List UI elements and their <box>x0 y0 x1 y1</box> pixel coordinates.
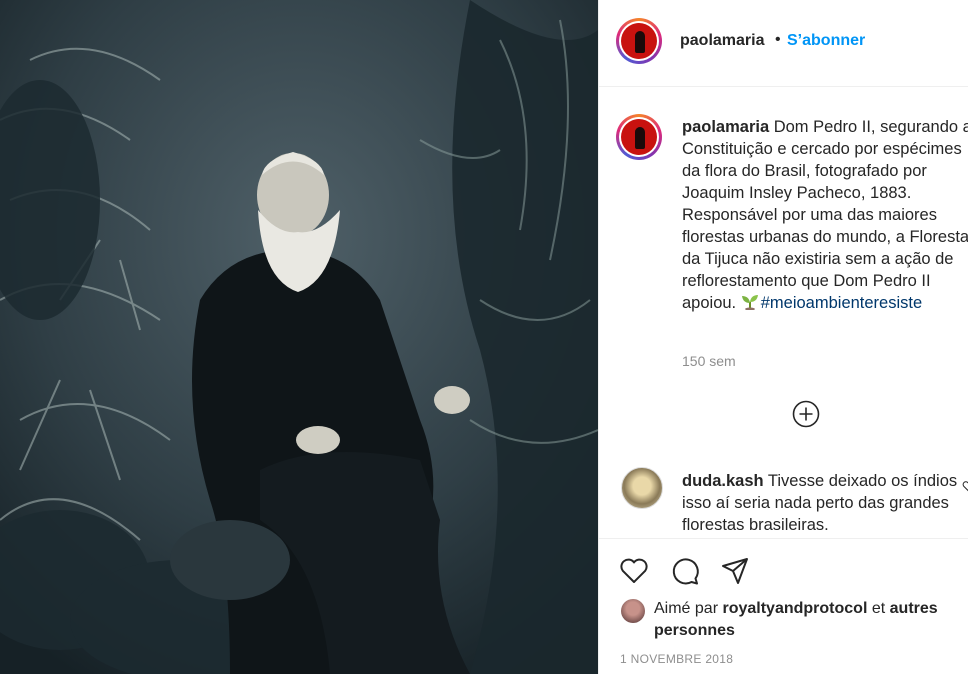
liker-avatar[interactable] <box>621 599 645 623</box>
share-icon[interactable] <box>719 555 751 587</box>
caption-avatar[interactable] <box>616 114 662 160</box>
post-caption: paolamaria Dom Pedro II, segurando a Con… <box>682 116 968 314</box>
follow-button[interactable]: S’abonner <box>787 32 865 50</box>
caption-text: Dom Pedro II, segurando a Constituição e… <box>682 118 968 312</box>
heart-icon[interactable] <box>618 555 650 587</box>
post-date[interactable]: 1 NOVEMBRE 2018 <box>620 652 733 666</box>
liker-username[interactable]: royaltyandprotocol <box>722 600 867 617</box>
likes-prefix: Aimé par <box>654 600 719 617</box>
caption-time: 150 sem <box>682 353 736 369</box>
post-photo[interactable] <box>0 0 598 674</box>
comment-icon[interactable] <box>669 555 701 587</box>
commenter-avatar[interactable] <box>621 467 663 509</box>
post-actions: Aimé par royaltyandprotocol et autres pe… <box>599 538 968 674</box>
commenter-username[interactable]: duda.kash <box>682 472 764 490</box>
hashtag-link[interactable]: #meioambienteresiste <box>761 294 922 312</box>
author-avatar[interactable] <box>616 18 662 64</box>
author-username[interactable]: paolamaria <box>680 32 764 50</box>
load-more-comments-icon[interactable] <box>792 400 820 428</box>
like-comment-icon[interactable] <box>962 480 968 492</box>
comment-item: duda.kash Tivesse deixado os índios isso… <box>682 470 968 536</box>
post-panel: paolamaria • S’abonner paolamaria Dom Pe… <box>598 0 968 674</box>
likes-connector: et <box>871 600 886 617</box>
separator-dot: • <box>775 31 781 48</box>
caption-username[interactable]: paolamaria <box>682 118 769 136</box>
portrait-photo <box>0 0 598 674</box>
comments-area[interactable]: paolamaria Dom Pedro II, segurando a Con… <box>599 87 968 537</box>
seedling-icon <box>741 295 758 310</box>
post-header: paolamaria • S’abonner <box>599 0 968 87</box>
likes-summary: Aimé par royaltyandprotocol et autres pe… <box>654 598 954 642</box>
